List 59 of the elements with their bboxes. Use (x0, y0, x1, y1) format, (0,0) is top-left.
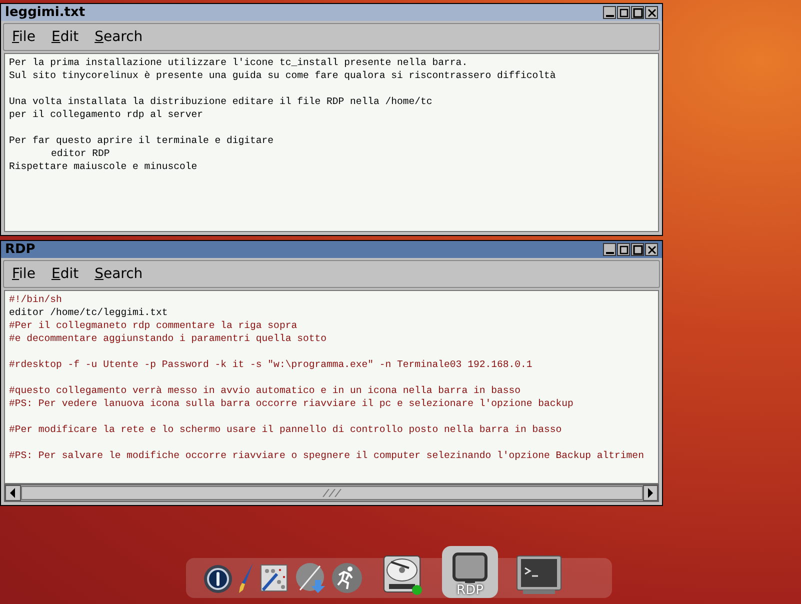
right-arrow-icon (646, 488, 654, 498)
text-line: per il collegamento rdp al server (9, 108, 204, 121)
restore-button[interactable] (617, 243, 630, 256)
maximize-button[interactable] (631, 243, 644, 256)
maximize-icon (632, 8, 642, 18)
restore-icon (618, 244, 628, 254)
close-icon (646, 244, 656, 254)
left-arrow-icon (8, 488, 17, 498)
minimize-button[interactable] (603, 243, 616, 256)
scroll-left-button[interactable] (5, 485, 20, 501)
running-figure-icon (331, 562, 363, 594)
horizontal-scrollbar[interactable] (4, 484, 659, 502)
minimize-icon (606, 252, 614, 254)
window-title: RDP (5, 242, 36, 257)
scrollbar-thumb[interactable] (20, 486, 642, 500)
text-line: Per la prima installazione utilizzare l'icone tc_install presente nella barra. (9, 56, 469, 69)
text-line: Per far questo aprire il terminale e digitare (9, 134, 275, 147)
menu-item[interactable]: Edit (45, 266, 85, 282)
paintbrush-icon (237, 562, 255, 594)
close-button[interactable] (645, 6, 658, 19)
text-area[interactable] (4, 290, 659, 484)
maximize-button[interactable] (631, 6, 644, 19)
text-line: Una volta installata la distribuzione editare il file RDP nella /home/tc (9, 95, 434, 108)
text-line: editor RDP (50, 147, 111, 160)
restore-icon (618, 8, 628, 18)
menu-item[interactable]: Search (88, 29, 149, 45)
terminal-icon (515, 554, 563, 596)
menu-item[interactable]: Search (88, 266, 149, 282)
text-line: editor /home/tc/leggimi.txt (9, 306, 169, 319)
text-line: #rdesktop -f -u Utente -p Password -k it -s "w:\programma.exe" -n Terminale03 192.168.0.1 (9, 358, 534, 371)
maximize-icon (632, 244, 642, 254)
dock-item[interactable] (202, 564, 234, 594)
scroll-right-button[interactable] (642, 485, 658, 501)
text-line: #PS: Per vedere lanuova icona sulla barra occorre riavviare il pc e selezionare l'opzione backup (9, 397, 574, 410)
close-icon (646, 8, 656, 18)
minimize-icon (606, 14, 614, 16)
dock-item[interactable] (330, 562, 364, 594)
dock-label: RDP (456, 583, 484, 598)
text-line: Sul sito tinycorelinux è presente una guida su come fare qualora si riscontrassero difficoltà (9, 69, 557, 82)
text-line: #!/bin/sh (9, 293, 63, 306)
text-line: #PS: Per salvare le modifiche occorre riavviare o spegnere il computer selezinando l'opzione Backup altrimen (9, 449, 645, 462)
text-line: #e decommentare aggiunstando i paramentri quella sotto (9, 332, 328, 345)
close-button[interactable] (645, 243, 658, 256)
restore-button[interactable] (617, 6, 630, 19)
text-line: #questo collegamento verrà messo in avvio automatico e in un icona nella barra in basso (9, 384, 522, 397)
dock-item[interactable] (514, 554, 564, 596)
text-area[interactable] (4, 53, 659, 232)
window-icon (452, 552, 488, 584)
text-line: #Per modificare la rete e lo schermo usare il pannello di controllo posto nella barra in basso (9, 423, 563, 436)
text-line: Rispettare maiuscole e minuscole (9, 160, 198, 173)
menu-item[interactable]: Edit (45, 29, 85, 45)
power-icon (203, 564, 233, 594)
install-disc-icon (295, 562, 327, 594)
minimize-button[interactable] (603, 6, 616, 19)
grip-icon (320, 489, 342, 497)
menu-item[interactable]: File (6, 29, 42, 45)
menu-item[interactable]: File (6, 266, 42, 282)
window-title: leggimi.txt (5, 5, 86, 20)
text-line: #Per il collegmaneto rdp commentare la riga sopra (9, 319, 298, 332)
